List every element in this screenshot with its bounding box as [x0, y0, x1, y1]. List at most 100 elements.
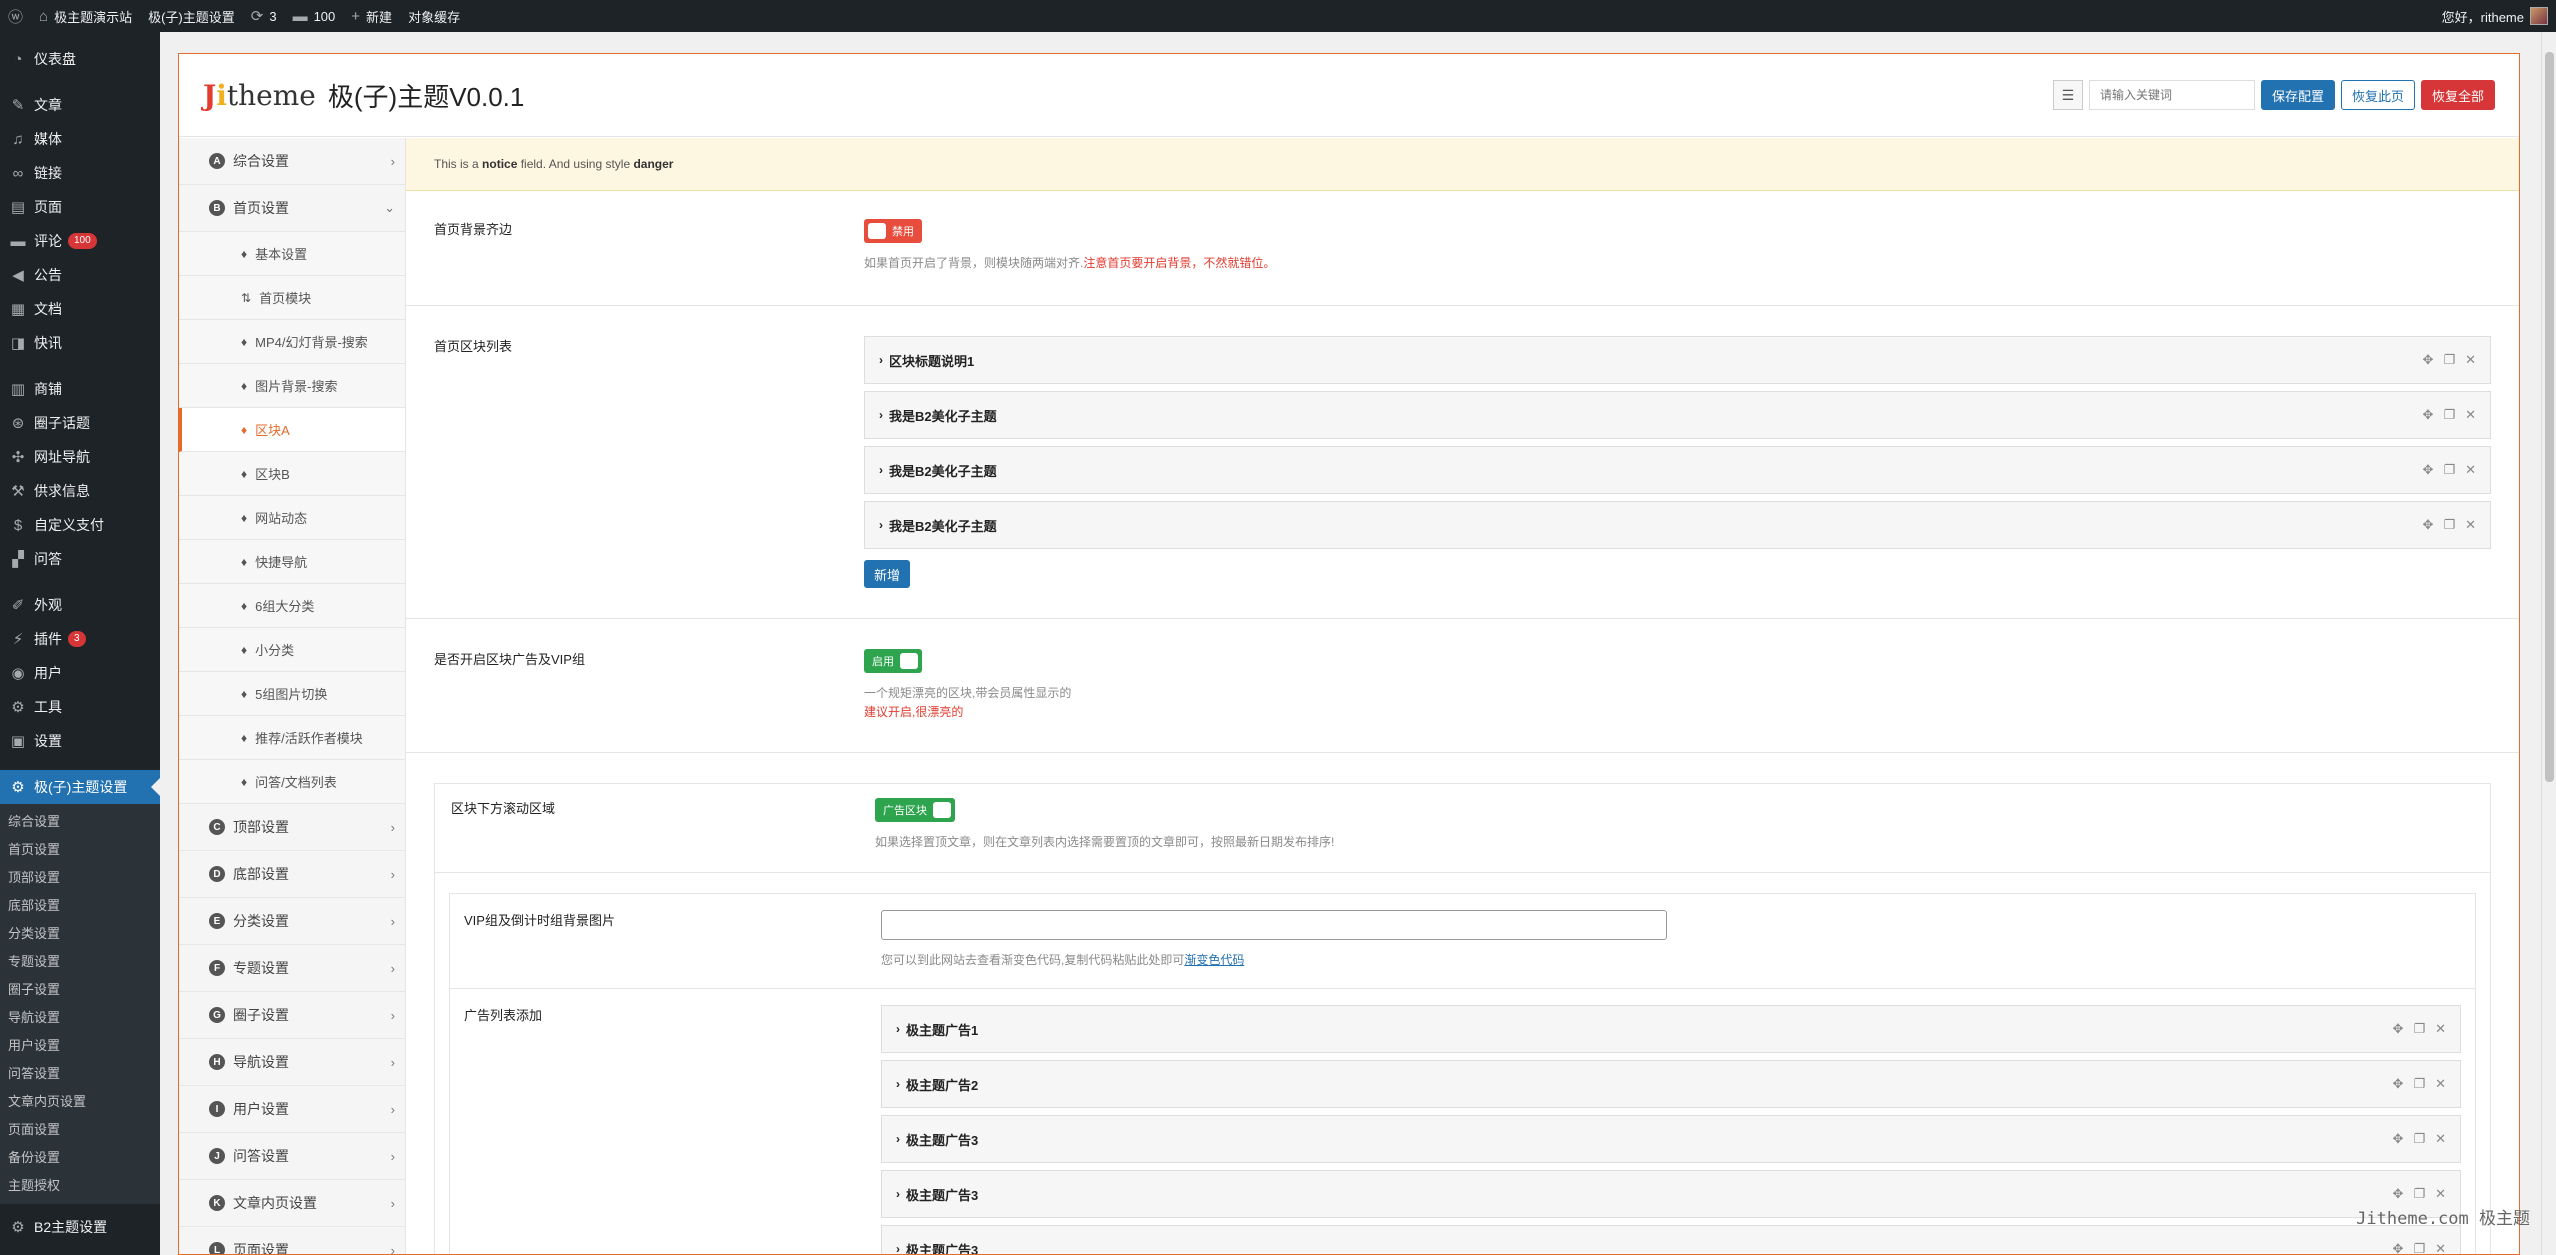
menu-supply[interactable]: ⚒ 供求信息: [0, 474, 160, 508]
close-icon[interactable]: ✕: [2435, 1186, 2446, 1202]
close-icon[interactable]: ✕: [2435, 1021, 2446, 1037]
adminbar-site[interactable]: ⌂ 极主题演示站: [31, 0, 140, 32]
submenu-item[interactable]: 首页设置: [0, 836, 160, 864]
menu-appearance[interactable]: ✐ 外观: [0, 588, 160, 622]
submenu-item[interactable]: 文章内页设置: [0, 1088, 160, 1116]
adminbar-theme-settings[interactable]: 极(子)主题设置: [140, 0, 243, 32]
nav-section-user[interactable]: I 用户设置 ›: [179, 1086, 405, 1133]
close-icon[interactable]: ✕: [2465, 462, 2476, 478]
group-item[interactable]: › 极主题广告3 ✥ ❐ ✕: [881, 1225, 2461, 1254]
block-ads-vip-switch[interactable]: 启用: [864, 649, 922, 673]
nav-section-general[interactable]: A 综合设置 ›: [179, 138, 405, 185]
menu-links[interactable]: ∞ 链接: [0, 156, 160, 190]
add-block-button[interactable]: 新增: [864, 560, 911, 588]
nav-sub-item[interactable]: ♦ 小分类: [179, 628, 405, 672]
group-item[interactable]: › 区块标题说明1 ✥ ❐ ✕: [864, 336, 2491, 384]
menu-b2-settings[interactable]: ⚙ B2主题设置: [0, 1210, 160, 1244]
menu-qa[interactable]: ▞ 问答: [0, 542, 160, 576]
menu-shop[interactable]: ▥ 商铺: [0, 372, 160, 406]
close-icon[interactable]: ✕: [2465, 407, 2476, 423]
copy-icon[interactable]: ❐: [2443, 352, 2455, 368]
nav-section-home[interactable]: B 首页设置 ⌄: [179, 185, 405, 232]
menu-site-nav[interactable]: ✣ 网址导航: [0, 440, 160, 474]
scrollbar-thumb[interactable]: [2545, 52, 2554, 782]
move-icon[interactable]: ✥: [2423, 407, 2434, 423]
nav-sub-item[interactable]: ♦ MP4/幻灯背景-搜索: [179, 320, 405, 364]
nav-sub-item[interactable]: ♦ 基本设置: [179, 232, 405, 276]
move-icon[interactable]: ✥: [2393, 1021, 2404, 1037]
move-icon[interactable]: ✥: [2393, 1186, 2404, 1202]
group-item[interactable]: › 极主题广告1 ✥ ❐ ✕: [881, 1005, 2461, 1053]
nav-section-header[interactable]: C 顶部设置 ›: [179, 804, 405, 851]
nav-sub-item-active[interactable]: ♦ 区块A: [179, 408, 405, 452]
adminbar-account[interactable]: 您好，ritheme: [2442, 7, 2556, 26]
submenu-item[interactable]: 用户设置: [0, 1032, 160, 1060]
submenu-item[interactable]: 分类设置: [0, 920, 160, 948]
submenu-item[interactable]: 备份设置: [0, 1144, 160, 1172]
menu-pages[interactable]: ▤ 页面: [0, 190, 160, 224]
close-icon[interactable]: ✕: [2435, 1241, 2446, 1254]
menu-comments[interactable]: ▬ 评论 100: [0, 224, 160, 258]
menu-theme-settings[interactable]: ⚙ 极(子)主题设置: [0, 770, 160, 804]
menu-posts[interactable]: ✎ 文章: [0, 88, 160, 122]
copy-icon[interactable]: ❐: [2413, 1076, 2425, 1092]
menu-tools[interactable]: ⚙ 工具: [0, 690, 160, 724]
menu-circle-topics[interactable]: ⊛ 圈子话题: [0, 406, 160, 440]
submenu-item[interactable]: 主题授权: [0, 1172, 160, 1200]
gradient-code-link[interactable]: 渐变色代码: [1184, 953, 1244, 967]
group-item[interactable]: › 我是B2美化子主题 ✥ ❐ ✕: [864, 501, 2491, 549]
close-icon[interactable]: ✕: [2465, 517, 2476, 533]
menu-media[interactable]: ♫ 媒体: [0, 122, 160, 156]
reset-page-button[interactable]: 恢复此页: [2340, 80, 2415, 110]
search-input[interactable]: [2088, 80, 2255, 110]
nav-sub-item[interactable]: ⇅ 首页模块: [179, 276, 405, 320]
group-item[interactable]: › 我是B2美化子主题 ✥ ❐ ✕: [864, 391, 2491, 439]
move-icon[interactable]: ✥: [2393, 1131, 2404, 1147]
copy-icon[interactable]: ❐: [2443, 407, 2455, 423]
submenu-item[interactable]: 圈子设置: [0, 976, 160, 1004]
submenu-item[interactable]: 综合设置: [0, 808, 160, 836]
nav-sub-item[interactable]: ♦ 网站动态: [179, 496, 405, 540]
nav-section-single[interactable]: K 文章内页设置 ›: [179, 1180, 405, 1227]
move-icon[interactable]: ✥: [2423, 352, 2434, 368]
group-item[interactable]: › 极主题广告2 ✥ ❐ ✕: [881, 1060, 2461, 1108]
nav-sub-item[interactable]: ♦ 图片背景-搜索: [179, 364, 405, 408]
nav-section-footer[interactable]: D 底部设置 ›: [179, 851, 405, 898]
move-icon[interactable]: ✥: [2423, 517, 2434, 533]
nav-section-topic[interactable]: F 专题设置 ›: [179, 945, 405, 992]
adminbar-updates[interactable]: ⟳ 3: [243, 0, 285, 32]
menu-users[interactable]: ◉ 用户: [0, 656, 160, 690]
nav-section-navigation[interactable]: H 导航设置 ›: [179, 1039, 405, 1086]
vip-bg-input[interactable]: [881, 910, 1667, 940]
nav-sub-item[interactable]: ♦ 6组大分类: [179, 584, 405, 628]
copy-icon[interactable]: ❐: [2413, 1241, 2425, 1254]
wp-logo-icon[interactable]: ⓦ: [0, 0, 31, 32]
submenu-item[interactable]: 专题设置: [0, 948, 160, 976]
copy-icon[interactable]: ❐: [2443, 462, 2455, 478]
menu-plugins[interactable]: ⚡ 插件 3: [0, 622, 160, 656]
submenu-item[interactable]: 顶部设置: [0, 864, 160, 892]
menu-news[interactable]: ◨ 快讯: [0, 326, 160, 360]
home-bg-align-switch[interactable]: 禁用: [864, 219, 922, 243]
close-icon[interactable]: ✕: [2465, 352, 2476, 368]
submenu-item[interactable]: 问答设置: [0, 1060, 160, 1088]
page-scrollbar[interactable]: [2541, 32, 2556, 1255]
copy-icon[interactable]: ❐: [2443, 517, 2455, 533]
move-icon[interactable]: ✥: [2393, 1241, 2404, 1254]
adminbar-new[interactable]: + 新建: [343, 0, 400, 32]
nav-section-circle[interactable]: G 圈子设置 ›: [179, 992, 405, 1039]
submenu-item[interactable]: 页面设置: [0, 1116, 160, 1144]
copy-icon[interactable]: ❐: [2413, 1131, 2425, 1147]
reset-all-button[interactable]: 恢复全部: [2420, 80, 2495, 110]
nav-sub-item[interactable]: ♦ 5组图片切换: [179, 672, 405, 716]
nav-sub-item[interactable]: ♦ 问答/文档列表: [179, 760, 405, 804]
move-icon[interactable]: ✥: [2423, 462, 2434, 478]
save-button[interactable]: 保存配置: [2260, 80, 2335, 110]
menu-announcements[interactable]: ◀ 公告: [0, 258, 160, 292]
group-item[interactable]: › 极主题广告3 ✥ ❐ ✕: [881, 1170, 2461, 1218]
nav-section-category[interactable]: E 分类设置 ›: [179, 898, 405, 945]
group-item[interactable]: › 极主题广告3 ✥ ❐ ✕: [881, 1115, 2461, 1163]
menu-dashboard[interactable]: ◔ 仪表盘: [0, 42, 160, 76]
copy-icon[interactable]: ❐: [2413, 1021, 2425, 1037]
menu-docs[interactable]: ▦ 文档: [0, 292, 160, 326]
